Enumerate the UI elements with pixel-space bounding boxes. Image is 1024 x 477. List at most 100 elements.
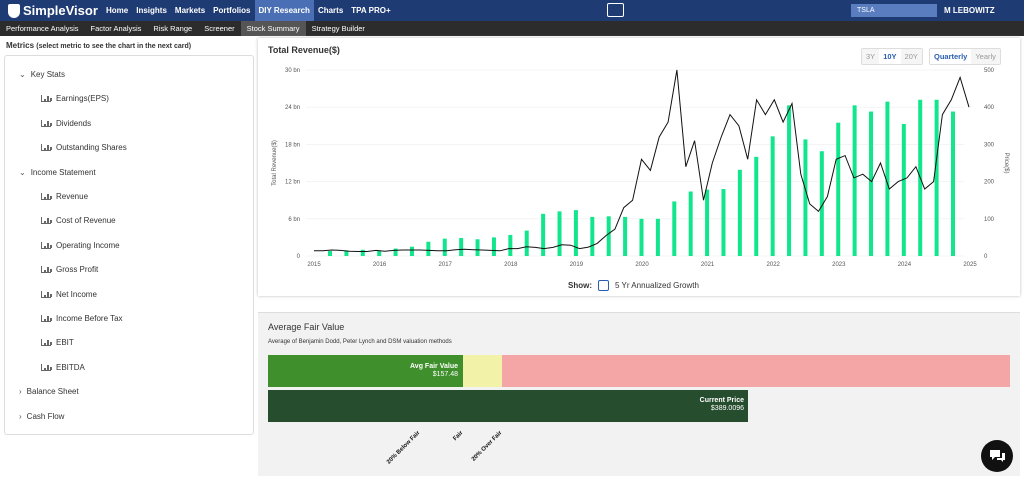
revenue-bar [737,169,742,256]
y-tick-label: 30 bn [285,68,300,74]
tree-group-balance-sheet[interactable]: › Balance Sheet [19,387,79,396]
bar-chart-icon [41,363,52,371]
x-tick-label: 2020 [635,262,649,268]
tree-group-key-stats[interactable]: ⌄ Key Stats [19,70,65,79]
revenue-bar [442,238,447,256]
brand-logo[interactable]: SimpleVisor [8,3,98,18]
subnav-stock-summary[interactable]: Stock Summary [240,21,306,36]
revenue-bar [852,105,857,256]
tree-item-gross-profit[interactable]: Gross Profit [41,265,98,274]
subnav-performance-analysis[interactable]: Performance Analysis [0,21,85,36]
revenue-bar [836,122,841,256]
fair-value-chart: Avg Fair Value$157.48 Current Price$389.0… [268,355,1010,466]
fv-tick-label: 20% Over Fair [471,430,504,463]
x-tick-label: 2021 [701,262,715,268]
fair-value-card: Average Fair Value Average of Benjamin D… [258,312,1020,476]
tree-label: EBIT [56,338,74,348]
tree-label: Dividends [56,118,92,128]
x-tick-label: 2019 [570,262,584,268]
user-menu[interactable]: M LEBOWITZ [944,0,995,21]
revenue-bar [787,105,792,256]
tree-label: Cost of Revenue [56,216,116,226]
nav-tpa-pro[interactable]: TPA PRO+ [347,0,394,21]
tree-group-cash-flow[interactable]: › Cash Flow [19,412,64,421]
subnav-screener[interactable]: Screener [198,21,240,36]
subnav-risk-range[interactable]: Risk Range [147,21,198,36]
bar-chart-icon [41,119,52,127]
fv-tick-label: Fair [452,430,464,442]
tree-item-outstanding-shares[interactable]: Outstanding Shares [41,143,127,152]
tree-label: Cash Flow [26,411,65,421]
tree-item-ebitda[interactable]: EBITDA [41,363,85,372]
y2-tick-label: 0 [984,254,988,260]
x-tick-label: 2017 [439,262,453,268]
tree-label: Gross Profit [56,265,99,275]
revenue-bar [524,230,529,256]
revenue-bar [557,211,562,256]
x-tick-label: 2024 [898,262,912,268]
tree-item-dividends[interactable]: Dividends [41,119,91,128]
revenue-bar [606,216,611,256]
tree-label: Key Stats [30,70,65,79]
tree-label: Income Statement [30,167,96,177]
bar-chart-icon [41,339,52,347]
tree-group-income-statement[interactable]: ⌄ Income Statement [19,168,96,177]
shield-icon [8,3,20,18]
ticker-search-input[interactable]: TSLA [851,4,937,17]
chevron-right-icon: › [19,411,22,421]
revenue-bar [459,238,464,256]
tree-label: Net Income [56,289,97,299]
tree-item-income-before-tax[interactable]: Income Before Tax [41,314,123,323]
tree-item-cost-of-revenue[interactable]: Cost of Revenue [41,216,116,225]
revenue-bar [393,248,398,256]
tree-label: Balance Sheet [26,387,79,397]
nav-insights[interactable]: Insights [132,0,171,21]
revenue-bar [508,234,513,256]
subnav-strategy-builder[interactable]: Strategy Builder [306,21,371,36]
metrics-heading: Metrics (select metric to see the chart … [6,41,192,50]
nav-diy-research[interactable]: DIY Research [254,0,314,21]
nav-charts[interactable]: Charts [314,0,347,21]
chat-icon[interactable] [607,3,624,17]
y-tick-label: 18 bn [285,142,300,148]
chat-bubble-icon [990,450,1005,462]
tree-label: Income Before Tax [56,314,123,323]
growth-checkbox[interactable] [598,280,609,291]
revenue-bar [590,216,595,256]
revenue-bar [623,216,628,256]
tree-item-net-income[interactable]: Net Income [41,290,97,299]
y2-tick-label: 300 [984,142,995,148]
x-tick-label: 2023 [832,262,846,268]
nav-home[interactable]: Home [102,0,132,21]
nav-markets[interactable]: Markets [171,0,209,21]
nav-portfolios[interactable]: Portfolios [209,0,254,21]
x-tick-label: 2018 [504,262,518,268]
x-tick-label: 2025 [963,262,977,268]
bar-chart-icon [41,241,52,249]
tree-item-operating-income[interactable]: Operating Income [41,241,120,250]
bar-chart-icon [41,95,52,103]
revenue-bar [639,218,644,256]
show-option: Show: 5 Yr Annualized Growth [568,280,699,291]
revenue-bar [754,156,759,256]
bar-chart-icon [41,315,52,322]
revenue-bar [541,213,546,256]
revenue-bar [491,237,496,256]
revenue-bar [672,201,677,256]
revenue-bar [573,210,578,256]
tree-item-ebit[interactable]: EBIT [41,338,74,347]
tree-item-earnings-eps[interactable]: Earnings(EPS) [41,94,109,103]
revenue-bar [901,123,906,256]
bar-chart-icon [41,144,52,152]
y2-tick-label: 100 [984,217,995,223]
y-axis-label: Total Revenue($) [272,140,278,186]
bar-chart-icon [41,266,52,274]
revenue-bar [721,189,726,256]
y2-tick-label: 400 [984,105,995,111]
revenue-chart: 0 6 bn 12 bn 18 bn 24 bn 30 bn 0 100 200 300 400 50… [272,68,1009,268]
tree-item-revenue[interactable]: Revenue [41,192,88,201]
chat-help-button[interactable] [981,440,1013,472]
subnav-factor-analysis[interactable]: Factor Analysis [85,21,148,36]
y-tick-label: 0 [297,254,301,260]
growth-option-label: 5 Yr Annualized Growth [615,281,699,290]
